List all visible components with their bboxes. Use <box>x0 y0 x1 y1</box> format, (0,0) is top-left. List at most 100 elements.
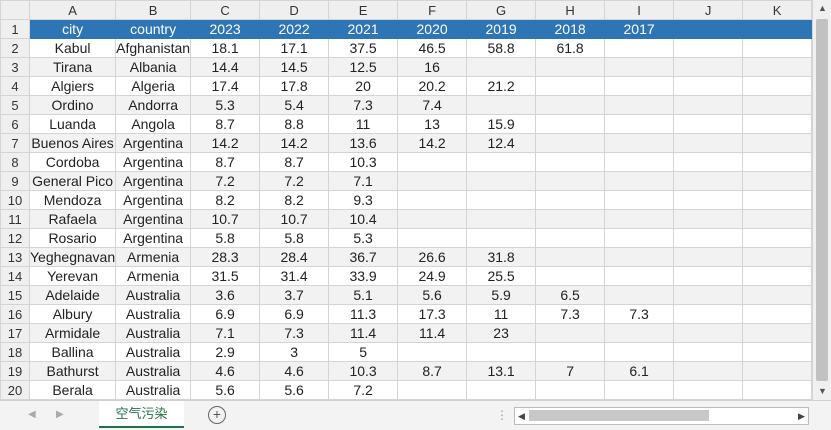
cell-i15[interactable] <box>604 285 675 305</box>
row-header[interactable]: 14 <box>0 266 30 286</box>
cell-h16[interactable]: 7.3 <box>535 304 606 324</box>
cell-g13[interactable]: 31.8 <box>466 247 537 267</box>
cell-h6[interactable] <box>535 114 606 134</box>
cell-a13[interactable]: Yeghegnavan <box>28 247 117 267</box>
cell-d9[interactable]: 7.2 <box>259 171 330 191</box>
row-header[interactable]: 20 <box>0 380 30 400</box>
cell-f19[interactable]: 8.7 <box>397 361 468 381</box>
cell-b8[interactable]: Argentina <box>115 152 192 172</box>
cell-i4[interactable] <box>604 76 675 96</box>
cell-e6[interactable]: 11 <box>328 114 399 134</box>
cell-g4[interactable]: 21.2 <box>466 76 537 96</box>
scroll-left-arrow-icon[interactable]: ◀ <box>515 408 528 424</box>
cell-a1[interactable]: city <box>28 19 117 39</box>
cell-a14[interactable]: Yerevan <box>28 266 117 286</box>
cell-a17[interactable]: Armidale <box>28 323 117 343</box>
cell-k9[interactable] <box>742 171 813 191</box>
cell-d2[interactable]: 17.1 <box>259 38 330 58</box>
cell-g18[interactable] <box>466 342 537 362</box>
cell-h13[interactable] <box>535 247 606 267</box>
prev-sheet-icon[interactable]: ◀ <box>28 409 36 420</box>
cell-h11[interactable] <box>535 209 606 229</box>
cell-b7[interactable]: Argentina <box>115 133 192 153</box>
cell-h20[interactable] <box>535 380 606 400</box>
cell-b4[interactable]: Algeria <box>115 76 192 96</box>
cell-a9[interactable]: General Pico <box>28 171 117 191</box>
cell-j3[interactable] <box>673 57 744 77</box>
split-handle-icon[interactable]: ⋮ <box>496 408 508 422</box>
cell-k18[interactable] <box>742 342 813 362</box>
cell-g5[interactable] <box>466 95 537 115</box>
column-header-b[interactable]: B <box>115 0 192 20</box>
cell-b11[interactable]: Argentina <box>115 209 192 229</box>
cell-c2[interactable]: 18.1 <box>190 38 261 58</box>
cell-d13[interactable]: 28.4 <box>259 247 330 267</box>
row-header[interactable]: 6 <box>0 114 30 134</box>
cell-g19[interactable]: 13.1 <box>466 361 537 381</box>
cell-c10[interactable]: 8.2 <box>190 190 261 210</box>
cell-k14[interactable] <box>742 266 813 286</box>
cell-a10[interactable]: Mendoza <box>28 190 117 210</box>
sheet-tab-active[interactable]: 空气污染 <box>99 401 184 428</box>
cell-c20[interactable]: 5.6 <box>190 380 261 400</box>
cell-k15[interactable] <box>742 285 813 305</box>
cell-g17[interactable]: 23 <box>466 323 537 343</box>
cell-h10[interactable] <box>535 190 606 210</box>
cell-c13[interactable]: 28.3 <box>190 247 261 267</box>
cell-a8[interactable]: Cordoba <box>28 152 117 172</box>
vertical-scrollbar[interactable]: ▲ ▼ <box>812 0 831 400</box>
cell-f13[interactable]: 26.6 <box>397 247 468 267</box>
cell-d15[interactable]: 3.7 <box>259 285 330 305</box>
cell-e4[interactable]: 20 <box>328 76 399 96</box>
column-header-d[interactable]: D <box>259 0 330 20</box>
cell-h12[interactable] <box>535 228 606 248</box>
cell-j12[interactable] <box>673 228 744 248</box>
next-sheet-icon[interactable]: ▶ <box>56 409 64 420</box>
cell-e20[interactable]: 7.2 <box>328 380 399 400</box>
cell-f6[interactable]: 13 <box>397 114 468 134</box>
cell-j14[interactable] <box>673 266 744 286</box>
row-header[interactable]: 13 <box>0 247 30 267</box>
cell-j9[interactable] <box>673 171 744 191</box>
cell-k6[interactable] <box>742 114 813 134</box>
row-header[interactable]: 7 <box>0 133 30 153</box>
cell-f14[interactable]: 24.9 <box>397 266 468 286</box>
cell-b16[interactable]: Australia <box>115 304 192 324</box>
row-header[interactable]: 3 <box>0 57 30 77</box>
cell-f5[interactable]: 7.4 <box>397 95 468 115</box>
cell-e17[interactable]: 11.4 <box>328 323 399 343</box>
column-header-f[interactable]: F <box>397 0 468 20</box>
cell-e14[interactable]: 33.9 <box>328 266 399 286</box>
cell-d8[interactable]: 8.7 <box>259 152 330 172</box>
horizontal-scrollbar[interactable]: ◀ ▶ <box>514 407 809 425</box>
cell-f3[interactable]: 16 <box>397 57 468 77</box>
cell-k19[interactable] <box>742 361 813 381</box>
cell-j10[interactable] <box>673 190 744 210</box>
cell-b19[interactable]: Australia <box>115 361 192 381</box>
cell-h18[interactable] <box>535 342 606 362</box>
cell-f1[interactable]: 2020 <box>397 19 468 39</box>
cell-b6[interactable]: Angola <box>115 114 192 134</box>
cell-a18[interactable]: Ballina <box>28 342 117 362</box>
column-header-k[interactable]: K <box>742 0 813 20</box>
cell-a6[interactable]: Luanda <box>28 114 117 134</box>
cell-e2[interactable]: 37.5 <box>328 38 399 58</box>
cell-j1[interactable] <box>673 19 744 39</box>
cell-b9[interactable]: Argentina <box>115 171 192 191</box>
cell-f10[interactable] <box>397 190 468 210</box>
cell-i19[interactable]: 6.1 <box>604 361 675 381</box>
cell-j18[interactable] <box>673 342 744 362</box>
cell-g6[interactable]: 15.9 <box>466 114 537 134</box>
scroll-down-arrow-icon[interactable]: ▼ <box>813 383 831 400</box>
cell-g11[interactable] <box>466 209 537 229</box>
cell-i7[interactable] <box>604 133 675 153</box>
cell-g10[interactable] <box>466 190 537 210</box>
cell-i18[interactable] <box>604 342 675 362</box>
cell-k3[interactable] <box>742 57 813 77</box>
cell-a12[interactable]: Rosario <box>28 228 117 248</box>
cell-f16[interactable]: 17.3 <box>397 304 468 324</box>
cell-c4[interactable]: 17.4 <box>190 76 261 96</box>
cell-b15[interactable]: Australia <box>115 285 192 305</box>
cell-d19[interactable]: 4.6 <box>259 361 330 381</box>
cell-j2[interactable] <box>673 38 744 58</box>
